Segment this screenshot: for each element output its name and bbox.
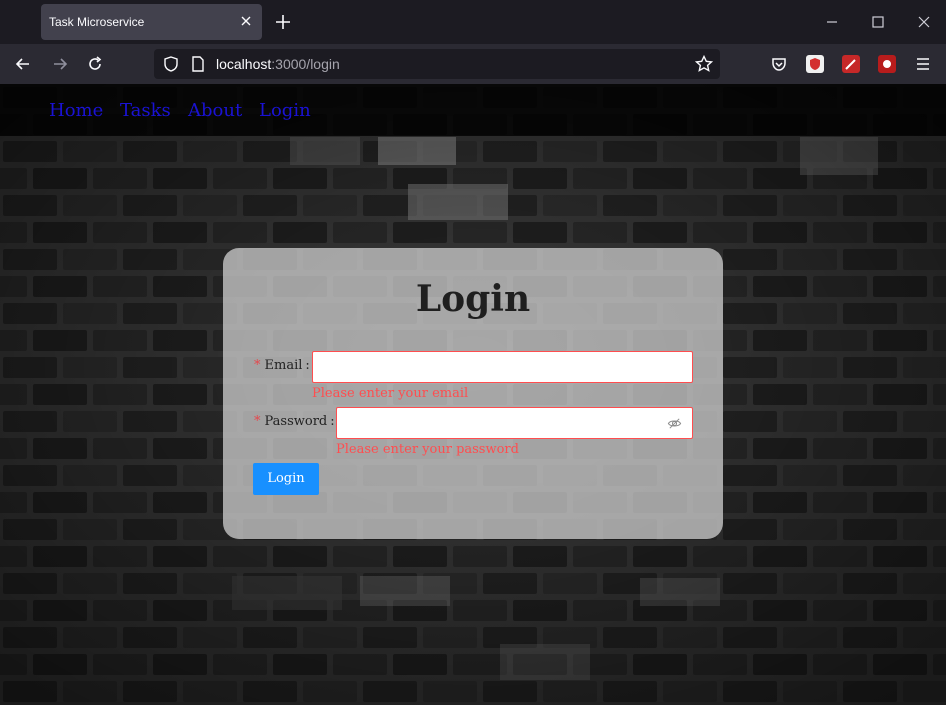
tab-title: Task Microservice <box>49 15 145 29</box>
minimize-icon[interactable] <box>822 12 842 32</box>
eye-invisible-icon[interactable] <box>667 416 682 431</box>
address-bar[interactable]: localhost:3000/login <box>154 49 720 79</box>
site-nav: Home Tasks About Login <box>0 84 946 136</box>
page-viewport: Home Tasks About Login Login * Email: Ple… <box>0 84 946 705</box>
extension-shield-icon[interactable] <box>806 55 824 73</box>
login-button[interactable]: Login <box>253 463 319 495</box>
url-text: localhost:3000/login <box>216 56 340 72</box>
password-error: Please enter your password <box>336 442 519 457</box>
page-icon[interactable] <box>188 54 208 74</box>
maximize-icon[interactable] <box>868 12 888 32</box>
browser-tab-bar: Task Microservice <box>0 0 946 44</box>
login-card: Login * Email: Please enter your email * P… <box>223 248 723 539</box>
nav-link-login[interactable]: Login <box>259 100 311 121</box>
password-label: * Password: <box>254 414 335 429</box>
nav-link-tasks[interactable]: Tasks <box>120 100 171 121</box>
login-title: Login <box>415 278 531 320</box>
extension-puzzle-icon[interactable] <box>878 55 896 73</box>
shield-icon[interactable] <box>161 54 181 74</box>
password-field[interactable] <box>336 407 693 439</box>
bookmark-star-icon[interactable] <box>694 54 714 74</box>
browser-tab[interactable]: Task Microservice <box>41 4 262 40</box>
pocket-icon[interactable] <box>769 54 789 74</box>
close-tab-icon[interactable] <box>238 13 254 29</box>
close-window-icon[interactable] <box>914 12 934 32</box>
nav-link-home[interactable]: Home <box>49 100 103 121</box>
browser-toolbar: localhost:3000/login <box>0 44 946 84</box>
nav-link-about[interactable]: About <box>188 100 242 121</box>
reload-icon[interactable] <box>85 54 105 74</box>
menu-icon[interactable] <box>913 54 933 74</box>
extension-pen-icon[interactable] <box>842 55 860 73</box>
new-tab-icon[interactable] <box>274 13 292 31</box>
email-error: Please enter your email <box>312 386 469 401</box>
email-field[interactable] <box>312 351 693 383</box>
back-arrow-icon[interactable] <box>13 54 33 74</box>
email-label: * Email: <box>254 358 310 373</box>
forward-arrow-icon[interactable] <box>50 54 70 74</box>
